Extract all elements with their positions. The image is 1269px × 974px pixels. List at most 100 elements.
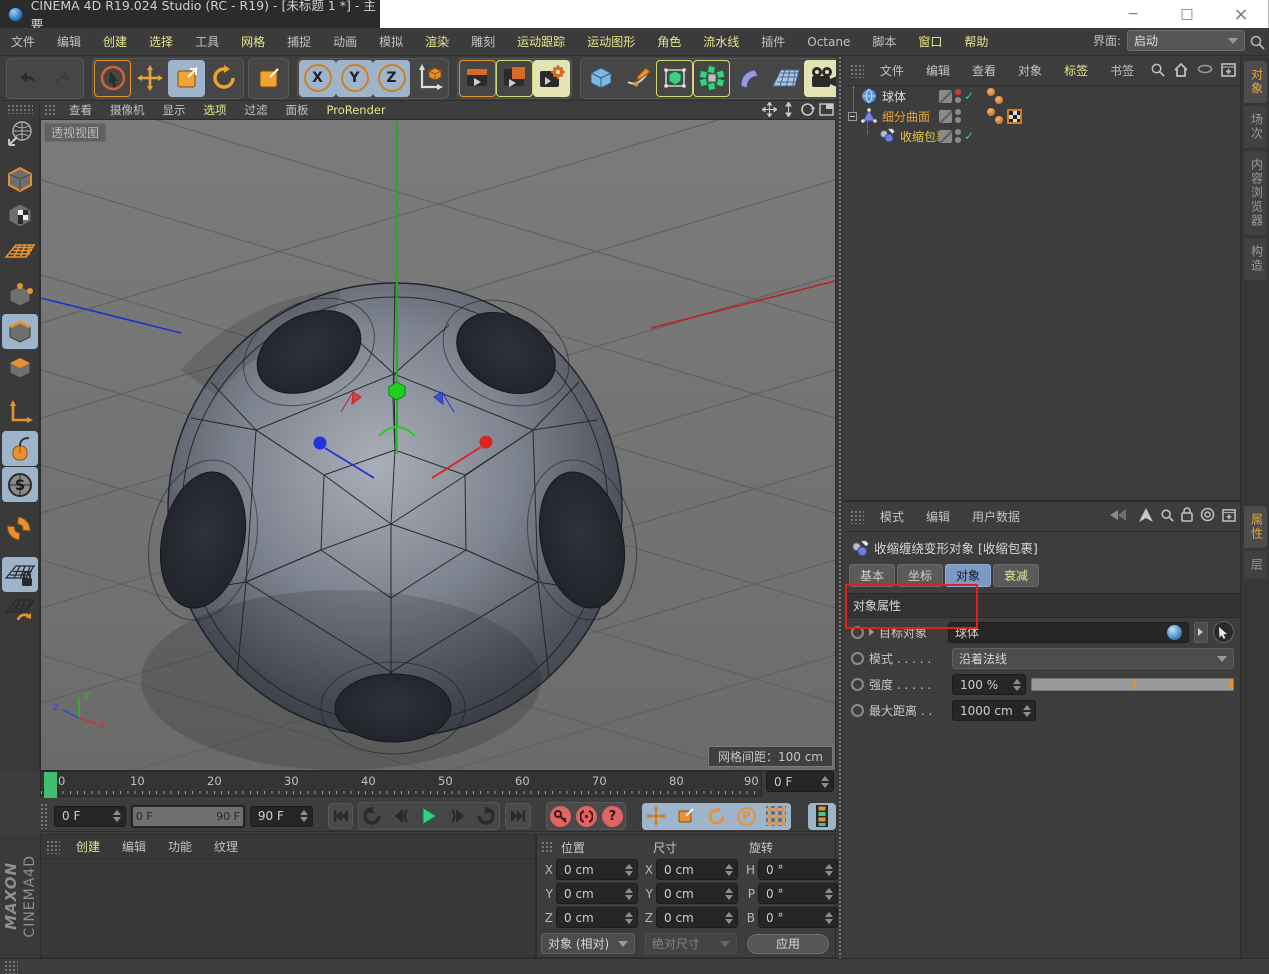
mat-menu-texture[interactable]: 纹理: [203, 838, 249, 855]
bend-deformer-button[interactable]: [730, 60, 767, 97]
om-menu-file[interactable]: 文件: [869, 62, 915, 79]
toggle-panel-icon[interactable]: [819, 102, 834, 117]
am-grip[interactable]: [850, 509, 864, 524]
tree-row-sphere[interactable]: 球体 ✓: [845, 86, 1240, 106]
key-pla-button[interactable]: [761, 802, 791, 830]
dock-tab-objects[interactable]: 对象: [1243, 61, 1267, 103]
subdivision-surface-button[interactable]: [656, 60, 693, 97]
object-properties-header[interactable]: 对象属性: [845, 593, 1240, 618]
add-spline-button[interactable]: [619, 60, 656, 97]
add-cube-button[interactable]: [582, 60, 619, 97]
left-toolbar-grip[interactable]: [6, 104, 33, 114]
target-menu-button[interactable]: [1193, 621, 1208, 643]
interface-dropdown[interactable]: 启动: [1127, 30, 1245, 51]
menu-mograph[interactable]: 运动图形: [576, 28, 646, 56]
gizmo-y-handle[interactable]: [388, 381, 406, 401]
live-selection-button[interactable]: [94, 60, 131, 97]
play-backwards-button[interactable]: [359, 803, 387, 829]
pos-y-input[interactable]: 0 cm: [556, 883, 638, 904]
gizmo-x-handle[interactable]: [479, 435, 493, 449]
rot-h-input[interactable]: 0 °: [758, 859, 838, 880]
polygons-mode-button[interactable]: [2, 350, 38, 385]
move-tool-button[interactable]: [131, 60, 168, 97]
menu-script[interactable]: 脚本: [861, 28, 907, 56]
viewport-menu-grip[interactable]: [44, 104, 56, 116]
autokey-button[interactable]: [573, 803, 599, 829]
cloner-button[interactable]: [693, 60, 730, 97]
coord-mode-dropdown[interactable]: 对象 (相对): [541, 933, 635, 954]
menu-help[interactable]: 帮助: [953, 28, 999, 56]
mode-dropdown[interactable]: 沿着法线: [952, 648, 1234, 669]
collapse-toggle[interactable]: [848, 111, 857, 121]
tree-row-subdivision[interactable]: 细分曲面 ✓: [845, 106, 1240, 126]
om-menu-edit[interactable]: 编辑: [915, 62, 961, 79]
mat-menu-create[interactable]: 创建: [65, 838, 111, 855]
texture-mode-button[interactable]: [2, 197, 38, 232]
om-grip[interactable]: [850, 63, 864, 78]
menu-animate[interactable]: 动画: [322, 28, 368, 56]
anim-toggle-icon[interactable]: [851, 678, 864, 691]
anim-toggle-icon[interactable]: [851, 625, 864, 639]
record-keyframe-button[interactable]: [547, 803, 573, 829]
pan-view-icon[interactable]: [762, 102, 777, 117]
tab-coord[interactable]: 坐标: [897, 564, 944, 587]
pos-x-input[interactable]: 0 cm: [556, 859, 638, 880]
render-visibility-dot[interactable]: [955, 97, 961, 103]
coordinate-system-button[interactable]: [410, 60, 447, 97]
enabled-check[interactable]: ✓: [964, 129, 974, 143]
redo-button[interactable]: [45, 60, 82, 97]
rot-p-input[interactable]: 0 °: [758, 883, 838, 904]
om-search-icon[interactable]: [1150, 62, 1165, 77]
last-tool-button[interactable]: [250, 60, 287, 97]
vp-menu-filter[interactable]: 过滤: [236, 102, 277, 118]
target-pick-button[interactable]: [1212, 621, 1235, 643]
menu-sculpt[interactable]: 雕刻: [460, 28, 506, 56]
previous-frame-button[interactable]: [387, 803, 415, 829]
goto-end-button[interactable]: [505, 803, 531, 829]
editor-visibility-dot[interactable]: [955, 109, 961, 115]
om-menu-tags[interactable]: 标签: [1053, 62, 1099, 79]
target-object-field[interactable]: 球体: [948, 621, 1189, 643]
key-parameter-button[interactable]: P: [731, 802, 761, 830]
pos-z-input[interactable]: 0 cm: [556, 907, 638, 928]
layer-swatch[interactable]: [939, 109, 952, 123]
frame-range-slider[interactable]: 0 F 90 F: [130, 804, 245, 828]
maxdistance-input[interactable]: 1000 cm: [952, 700, 1036, 721]
tweak-mode-button[interactable]: [1, 431, 38, 466]
points-mode-button[interactable]: [2, 278, 38, 313]
dock-tab-content-browser[interactable]: 内容浏览器: [1243, 151, 1267, 235]
strength-slider[interactable]: [1031, 678, 1234, 691]
om-add-icon[interactable]: [1221, 61, 1236, 77]
render-visibility-dot[interactable]: [955, 117, 961, 123]
statusbar-grip[interactable]: [4, 959, 18, 974]
render-picture-viewer-button[interactable]: [496, 60, 533, 97]
dock-tab-attributes[interactable]: 属性: [1243, 506, 1267, 548]
size-z-input[interactable]: 0 cm: [656, 907, 738, 928]
render-settings-button[interactable]: [533, 59, 570, 97]
layer-swatch[interactable]: [939, 89, 952, 103]
am-menu-edit[interactable]: 编辑: [915, 508, 961, 525]
vp-menu-cameras[interactable]: 摄像机: [101, 102, 154, 118]
undo-button[interactable]: [8, 60, 45, 97]
menu-render[interactable]: 渲染: [414, 28, 460, 56]
start-frame-input[interactable]: 0 F: [54, 805, 126, 827]
menu-create[interactable]: 创建: [92, 28, 138, 56]
model-mode-button[interactable]: [2, 161, 38, 196]
tab-object[interactable]: 对象: [945, 564, 992, 587]
anim-toggle-icon[interactable]: [851, 704, 864, 717]
am-search-icon[interactable]: [1160, 508, 1174, 522]
rotate-view-icon[interactable]: [800, 102, 815, 117]
next-frame-button[interactable]: [443, 803, 471, 829]
strength-input[interactable]: 100 %: [952, 674, 1026, 695]
layer-swatch[interactable]: [939, 129, 952, 143]
menu-file[interactable]: 文件: [0, 28, 46, 56]
menu-window[interactable]: 窗口: [907, 28, 953, 56]
om-menu-objects[interactable]: 对象: [1007, 62, 1053, 79]
phong-tag-icon[interactable]: [987, 88, 1003, 104]
menu-pipeline[interactable]: 流水线: [692, 28, 750, 56]
tree-row-shrinkwrap[interactable]: 收缩包裹 ✓: [845, 118, 1240, 146]
menu-mesh[interactable]: 网格: [230, 28, 276, 56]
am-add-icon[interactable]: [1222, 507, 1236, 522]
zoom-view-icon[interactable]: [781, 102, 796, 117]
controls-grip[interactable]: [40, 803, 50, 829]
